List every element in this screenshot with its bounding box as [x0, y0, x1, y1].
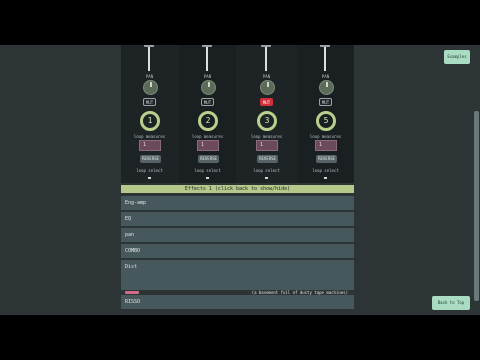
- volume-slider[interactable]: [206, 45, 208, 71]
- volume-slider-handle[interactable]: [261, 45, 271, 47]
- channel-strip-4: PAN MUT 5 loop measures 1 REVERSE loop s…: [297, 45, 354, 183]
- loop-measures-input[interactable]: 1: [139, 140, 161, 151]
- volume-slider[interactable]: [148, 45, 150, 71]
- pan-knob[interactable]: [260, 80, 275, 95]
- mute-button[interactable]: MUT: [260, 98, 273, 106]
- mute-button[interactable]: MUT: [201, 98, 214, 106]
- pan-label: PAN: [145, 74, 154, 79]
- loop-measures-input[interactable]: 1: [197, 140, 219, 151]
- channel-strip-2: PAN MUT 2 loop measures 1 REVERSE loop s…: [179, 45, 236, 183]
- mixer-panel: PAN MUT 1 loop measures 1 REVERSE loop s…: [121, 45, 354, 183]
- pan-label: PAN: [203, 74, 212, 79]
- loop-select-dropdown[interactable]: [324, 177, 327, 179]
- pan-knob[interactable]: [319, 80, 334, 95]
- loop-indicator-icon: 5: [316, 111, 336, 131]
- loop-select-dropdown[interactable]: [265, 177, 268, 179]
- pan-label: PAN: [321, 74, 330, 79]
- effect-item-bottom[interactable]: RISSO: [121, 295, 354, 309]
- effect-item-dist[interactable]: Dist: [121, 260, 354, 290]
- loop-measures-label: loop measures: [191, 134, 224, 139]
- volume-slider-handle[interactable]: [144, 45, 154, 47]
- effect-item-pan[interactable]: pan: [121, 228, 354, 242]
- channel-strip-3: PAN MUT 3 loop measures 1 REVERSE loop s…: [238, 45, 295, 183]
- app-stage: PAN MUT 1 loop measures 1 REVERSE loop s…: [0, 45, 480, 315]
- loop-measures-input[interactable]: 1: [256, 140, 278, 151]
- pan-label: PAN: [262, 74, 271, 79]
- loop-measures-label: loop measures: [250, 134, 283, 139]
- effect-item-amp[interactable]: Eng-amp: [121, 196, 354, 210]
- mute-button[interactable]: MUT: [319, 98, 332, 106]
- examples-button[interactable]: Examples: [444, 50, 470, 64]
- volume-slider-handle[interactable]: [320, 45, 330, 47]
- loop-select-dropdown[interactable]: [206, 177, 209, 179]
- loop-select-dropdown[interactable]: [148, 177, 151, 179]
- loop-select-label: loop select: [253, 168, 280, 173]
- loop-select-label: loop select: [194, 168, 221, 173]
- channel-strip-1: PAN MUT 1 loop measures 1 REVERSE loop s…: [121, 45, 178, 183]
- pan-knob[interactable]: [143, 80, 158, 95]
- loop-measures-label: loop measures: [133, 134, 166, 139]
- volume-slider[interactable]: [265, 45, 267, 71]
- loop-select-label: loop select: [136, 168, 163, 173]
- effect-item-label: Dist: [125, 264, 138, 270]
- reverse-button[interactable]: REVERSE: [316, 155, 337, 163]
- volume-slider[interactable]: [324, 45, 326, 71]
- pink-indicator: [125, 291, 139, 294]
- loop-indicator-icon: 2: [198, 111, 218, 131]
- reverse-button[interactable]: REVERSE: [257, 155, 278, 163]
- mute-button[interactable]: MUT: [143, 98, 156, 106]
- back-to-top-button[interactable]: Back to Top: [432, 296, 470, 310]
- loop-select-label: loop select: [312, 168, 339, 173]
- pan-knob[interactable]: [201, 80, 216, 95]
- loop-measures-label: loop measures: [309, 134, 342, 139]
- loop-indicator-icon: 3: [257, 111, 277, 131]
- scrollbar[interactable]: [474, 111, 479, 301]
- volume-slider-handle[interactable]: [202, 45, 212, 47]
- loop-indicator-icon: 1: [140, 111, 160, 131]
- effect-item-combo[interactable]: COMBO: [121, 244, 354, 258]
- effect-item-eq[interactable]: EQ: [121, 212, 354, 226]
- reverse-button[interactable]: REVERSE: [198, 155, 219, 163]
- reverse-button[interactable]: REVERSE: [140, 155, 161, 163]
- loop-measures-input[interactable]: 1: [315, 140, 337, 151]
- effects-toggle-bar[interactable]: Effects 1 (click back to show/hide): [121, 185, 354, 193]
